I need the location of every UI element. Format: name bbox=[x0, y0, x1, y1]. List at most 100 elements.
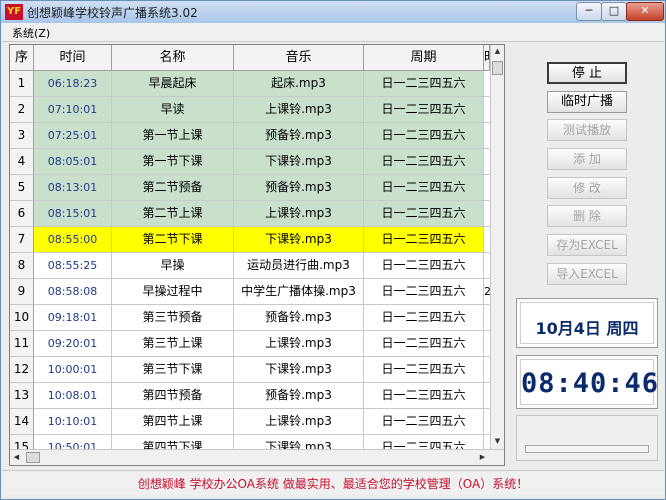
playback-progress-bar bbox=[525, 445, 649, 453]
row-name: 早晨起床 bbox=[112, 71, 234, 97]
row-music: 预备铃.mp3 bbox=[234, 123, 364, 149]
import-excel-button[interactable]: 导入EXCEL bbox=[547, 263, 627, 285]
row-index: 13 bbox=[10, 383, 34, 409]
menu-system[interactable]: 系统(Z) bbox=[12, 25, 50, 41]
row-name: 第一节下课 bbox=[112, 149, 234, 175]
row-name: 早操过程中 bbox=[112, 279, 234, 305]
row-time: 06:18:23 bbox=[34, 71, 112, 97]
table-row[interactable]: 908:58:08早操过程中中学生广播体操.mp3日一二三四五六2: bbox=[10, 279, 504, 305]
row-time: 08:05:01 bbox=[34, 149, 112, 175]
row-index: 10 bbox=[10, 305, 34, 331]
table-row[interactable]: 7 08:55:00 第二节下课 下课铃.mp3 日一二三四五六 bbox=[10, 227, 504, 253]
menu-bar: 系统(Z) bbox=[2, 23, 664, 42]
close-button[interactable]: ✕ bbox=[626, 2, 664, 21]
column-header-index[interactable]: 序 bbox=[10, 45, 34, 71]
scroll-right-icon[interactable]: ▶ bbox=[476, 451, 489, 464]
schedule-table: 序 时间 名称 音乐 周期 时 106:18:23早晨起床起床.mp3日一二三四… bbox=[9, 44, 505, 466]
row-index: 4 bbox=[10, 149, 34, 175]
table-row[interactable]: 3 07:25:01 第一节上课 预备铃.mp3 日一二三四五六 bbox=[10, 123, 504, 149]
test-play-button[interactable]: 测试播放 bbox=[547, 119, 627, 141]
row-cycle: 日一二三四五六 bbox=[364, 253, 484, 279]
row-music: 起床.mp3 bbox=[234, 71, 364, 97]
row-name: 第四节上课 bbox=[112, 409, 234, 435]
temp-broadcast-button[interactable]: 临时广播 bbox=[547, 91, 627, 113]
row-time: 08:58:08 bbox=[34, 279, 112, 305]
row-time: 08:55:25 bbox=[34, 253, 112, 279]
clock-display: 08:40:46 bbox=[521, 368, 660, 399]
table-row[interactable]: 14 10:10:01 第四节上课 上课铃.mp3 日一二三四五六 bbox=[10, 409, 504, 435]
save-excel-button[interactable]: 存为EXCEL bbox=[547, 234, 627, 256]
table-row[interactable]: 5 08:13:01 第二节预备 预备铃.mp3 日一二三四五六 bbox=[10, 175, 504, 201]
table-row[interactable]: 2 07:10:01 早读 上课铃.mp3 日一二三四五六 bbox=[10, 97, 504, 123]
horizontal-scroll-thumb[interactable] bbox=[26, 452, 40, 463]
table-row[interactable]: 12 10:00:01 第三节下课 下课铃.mp3 日一二三四五六 bbox=[10, 357, 504, 383]
row-name: 早读 bbox=[112, 97, 234, 123]
column-header-cycle[interactable]: 周期 bbox=[364, 45, 484, 71]
row-music: 上课铃.mp3 bbox=[234, 331, 364, 357]
status-message: 创想颖峰 学校办公OA系统 做最实用、最适合您的学校管理（OA）系统！ bbox=[137, 477, 529, 491]
status-bar: 创想颖峰 学校办公OA系统 做最实用、最适合您的学校管理（OA）系统！ bbox=[2, 470, 664, 495]
row-time: 08:55:00 bbox=[34, 227, 112, 253]
column-header-time[interactable]: 时间 bbox=[34, 45, 112, 71]
table-row[interactable]: 10 09:18:01 第三节预备 预备铃.mp3 日一二三四五六 bbox=[10, 305, 504, 331]
row-time: 10:00:01 bbox=[34, 357, 112, 383]
vertical-scrollbar[interactable]: ▲ ▼ bbox=[490, 45, 504, 449]
row-index: 7 bbox=[10, 227, 34, 253]
row-time: 07:10:01 bbox=[34, 97, 112, 123]
scroll-up-icon[interactable]: ▲ bbox=[491, 45, 504, 58]
maximize-button[interactable]: □ bbox=[601, 2, 627, 21]
delete-button[interactable]: 删 除 bbox=[547, 205, 627, 227]
table-row[interactable]: 6 08:15:01 第二节上课 上课铃.mp3 日一二三四五六 bbox=[10, 201, 504, 227]
row-cycle: 日一二三四五六 bbox=[364, 383, 484, 409]
vertical-scroll-thumb[interactable] bbox=[492, 61, 503, 75]
row-cycle: 日一二三四五六 bbox=[364, 305, 484, 331]
row-index: 6 bbox=[10, 201, 34, 227]
table-row[interactable]: 1 06:18:23 早晨起床 起床.mp3 日一二三四五六 bbox=[10, 71, 504, 97]
table-row[interactable]: 13 10:08:01 第四节预备 预备铃.mp3 日一二三四五六 bbox=[10, 383, 504, 409]
column-header-music[interactable]: 音乐 bbox=[234, 45, 364, 71]
row-music: 上课铃.mp3 bbox=[234, 409, 364, 435]
app-logo-icon: YF bbox=[5, 4, 23, 20]
row-music: 中学生广播体操.mp3 bbox=[234, 279, 364, 305]
row-name: 第二节预备 bbox=[112, 175, 234, 201]
row-cycle: 日一二三四五六 bbox=[364, 357, 484, 383]
horizontal-scrollbar[interactable]: ◀ ▶ bbox=[10, 449, 504, 465]
row-name: 第一节上课 bbox=[112, 123, 234, 149]
row-index: 5 bbox=[10, 175, 34, 201]
date-panel: 10月4日 周四 bbox=[516, 298, 658, 348]
add-button[interactable]: 添 加 bbox=[547, 148, 627, 170]
table-row[interactable]: 11 09:20:01 第三节上课 上课铃.mp3 日一二三四五六 bbox=[10, 331, 504, 357]
date-display: 10月4日 周四 bbox=[535, 319, 639, 338]
row-index: 14 bbox=[10, 409, 34, 435]
row-cycle: 日一二三四五六 bbox=[364, 279, 484, 305]
clock-panel-inner: 08:40:46 bbox=[520, 359, 660, 405]
minimize-button[interactable]: ─ bbox=[576, 2, 602, 21]
column-header-name[interactable]: 名称 bbox=[112, 45, 234, 71]
row-name: 第四节预备 bbox=[112, 383, 234, 409]
date-panel-inner: 10月4日 周四 bbox=[520, 302, 654, 344]
row-time: 08:15:01 bbox=[34, 201, 112, 227]
row-index: 11 bbox=[10, 331, 34, 357]
row-music: 上课铃.mp3 bbox=[234, 97, 364, 123]
row-name: 第三节下课 bbox=[112, 357, 234, 383]
row-index: 2 bbox=[10, 97, 34, 123]
row-cycle: 日一二三四五六 bbox=[364, 175, 484, 201]
row-music: 运动员进行曲.mp3 bbox=[234, 253, 364, 279]
row-index: 9 bbox=[10, 279, 34, 305]
row-time: 09:20:01 bbox=[34, 331, 112, 357]
table-row[interactable]: 8 08:55:25 早操 运动员进行曲.mp3 日一二三四五六 bbox=[10, 253, 504, 279]
table-row[interactable]: 4 08:05:01 第一节下课 下课铃.mp3 日一二三四五六 bbox=[10, 149, 504, 175]
row-music: 上课铃.mp3 bbox=[234, 201, 364, 227]
window-title: 创想颖峰学校铃声广播系统3.02 bbox=[27, 6, 198, 20]
stop-button[interactable]: 停 止 bbox=[547, 62, 627, 84]
scroll-left-icon[interactable]: ◀ bbox=[10, 451, 23, 464]
edit-button[interactable]: 修 改 bbox=[547, 177, 627, 199]
row-music: 下课铃.mp3 bbox=[234, 227, 364, 253]
row-index: 12 bbox=[10, 357, 34, 383]
row-music: 预备铃.mp3 bbox=[234, 383, 364, 409]
scroll-down-icon[interactable]: ▼ bbox=[491, 435, 504, 448]
title-bar[interactable]: YF 创想颖峰学校铃声广播系统3.02 ─ □ ✕ bbox=[1, 1, 665, 23]
row-music: 下课铃.mp3 bbox=[234, 149, 364, 175]
row-cycle: 日一二三四五六 bbox=[364, 331, 484, 357]
row-time: 10:08:01 bbox=[34, 383, 112, 409]
